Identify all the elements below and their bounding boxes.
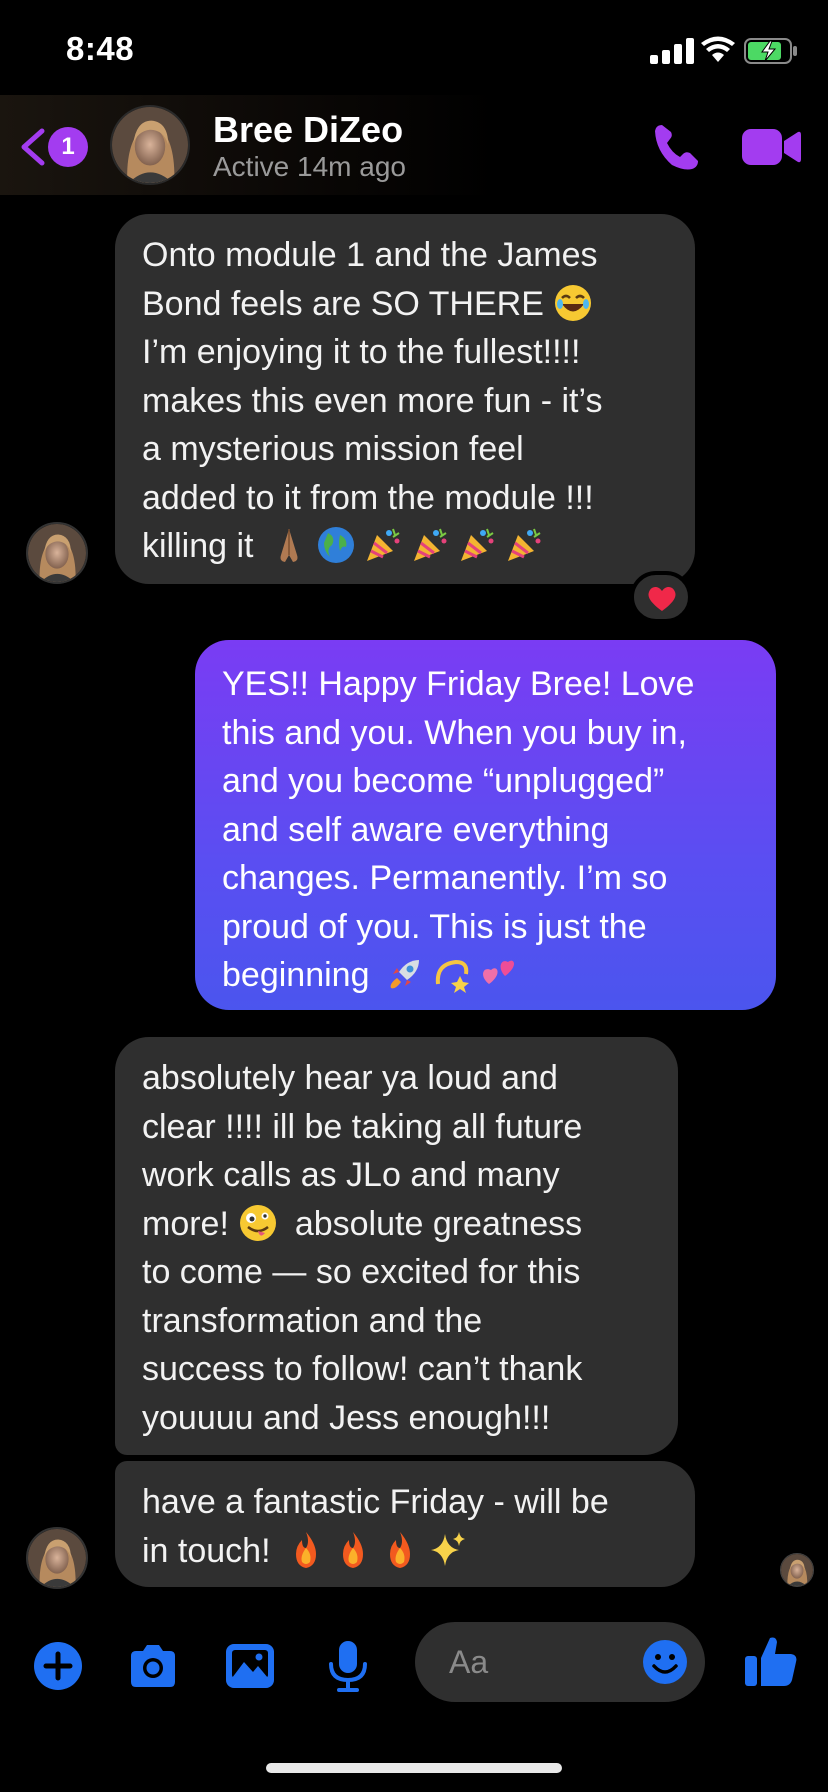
party-popper-emoji-icon xyxy=(457,525,497,565)
outgoing-message[interactable]: YES!! Happy Friday Bree! Love this and y… xyxy=(195,640,776,1010)
status-bar: 8:48 xyxy=(0,0,828,100)
message-line: a mysterious mission feel xyxy=(142,430,524,468)
read-receipt-avatar xyxy=(780,1553,814,1587)
wifi-icon xyxy=(701,36,735,62)
message-line: this and you. When you buy in, xyxy=(222,713,687,752)
party-popper-emoji-icon xyxy=(410,525,450,565)
message-line: absolute greatness xyxy=(294,1204,583,1243)
phone-icon[interactable] xyxy=(650,121,702,173)
message-line: youuuu and Jess enough!!! xyxy=(142,1398,551,1437)
message-composer xyxy=(0,1610,828,1720)
plus-icon[interactable] xyxy=(30,1638,86,1694)
sender-avatar xyxy=(26,522,88,584)
message-line: proud of you. This is just the xyxy=(222,907,647,946)
two-hearts-emoji-icon xyxy=(479,954,519,994)
globe-emoji-icon xyxy=(316,525,356,565)
zany-face-emoji-icon xyxy=(238,1203,278,1243)
message-input-container xyxy=(415,1622,705,1702)
message-line: transformation and the xyxy=(142,1301,483,1340)
back-chevron-icon xyxy=(21,128,45,166)
message-line: added to it from the module !!! xyxy=(142,478,594,517)
heart-icon xyxy=(648,586,676,611)
contact-active-status: Active 14m ago xyxy=(213,151,406,182)
praying-hands-emoji-icon xyxy=(269,525,309,565)
sparkles-emoji-icon xyxy=(427,1530,467,1570)
message-line: killing it xyxy=(142,527,254,565)
fire-emoji-icon xyxy=(380,1530,420,1570)
message-line: clear !!!! ill be taking all future xyxy=(142,1107,583,1146)
party-popper-emoji-icon xyxy=(363,525,403,565)
fire-emoji-icon xyxy=(286,1530,326,1570)
message-line: YES!! Happy Friday Bree! Love xyxy=(222,665,695,703)
back-button[interactable]: 1 xyxy=(18,125,88,169)
contact-name[interactable]: Bree DiZeo xyxy=(213,109,403,151)
incoming-message[interactable]: Onto module 1 and the James Bond feels a… xyxy=(115,214,695,584)
message-line: and self aware everything xyxy=(222,810,610,849)
video-camera-icon[interactable] xyxy=(740,125,802,169)
battery-charging-icon xyxy=(744,38,797,64)
microphone-icon[interactable] xyxy=(320,1638,376,1694)
incoming-message[interactable]: absolutely hear ya loud and clear !!!! i… xyxy=(115,1037,678,1455)
cellular-signal-icon xyxy=(650,38,694,64)
message-line: I’m enjoying it to the fullest!!!! xyxy=(142,333,581,371)
message-line: in touch! xyxy=(142,1531,271,1570)
message-line: work calls as JLo and many xyxy=(142,1156,560,1194)
message-line: Bond feels are SO THERE xyxy=(142,284,544,323)
conversation-header: 1 Bree DiZeo Active 14m ago xyxy=(0,95,828,195)
sender-avatar xyxy=(26,1527,88,1589)
laughing-emoji-icon xyxy=(553,283,593,323)
message-line: beginning xyxy=(222,956,370,994)
smiley-icon[interactable] xyxy=(641,1638,689,1686)
message-line: and you become “unplugged” xyxy=(222,762,665,800)
message-line: absolutely hear ya loud and xyxy=(142,1059,558,1097)
incoming-message[interactable]: have a fantastic Friday - will be in tou… xyxy=(115,1461,695,1587)
thumbs-up-icon[interactable] xyxy=(742,1632,800,1690)
unread-count-badge: 1 xyxy=(48,127,88,167)
camera-icon[interactable] xyxy=(125,1638,181,1694)
message-line: more! xyxy=(142,1204,229,1243)
message-line: have a fantastic Friday - will be xyxy=(142,1483,609,1521)
home-indicator[interactable] xyxy=(266,1763,562,1773)
message-line: Onto module 1 and the James xyxy=(142,236,598,274)
party-popper-emoji-icon xyxy=(504,525,544,565)
message-reaction[interactable] xyxy=(630,571,692,623)
gallery-icon[interactable] xyxy=(222,1638,278,1694)
message-line: to come — so excited for this xyxy=(142,1253,581,1291)
contact-avatar[interactable] xyxy=(110,105,190,185)
message-line: success to follow! can’t thank xyxy=(142,1350,583,1388)
status-time: 8:48 xyxy=(66,30,135,67)
fire-emoji-icon xyxy=(333,1530,373,1570)
message-input[interactable] xyxy=(449,1640,629,1684)
message-line: changes. Permanently. I’m so xyxy=(222,859,668,897)
dizzy-star-emoji-icon xyxy=(432,954,472,994)
message-line: makes this even more fun - it’s xyxy=(142,381,603,420)
rocket-emoji-icon xyxy=(385,954,425,994)
